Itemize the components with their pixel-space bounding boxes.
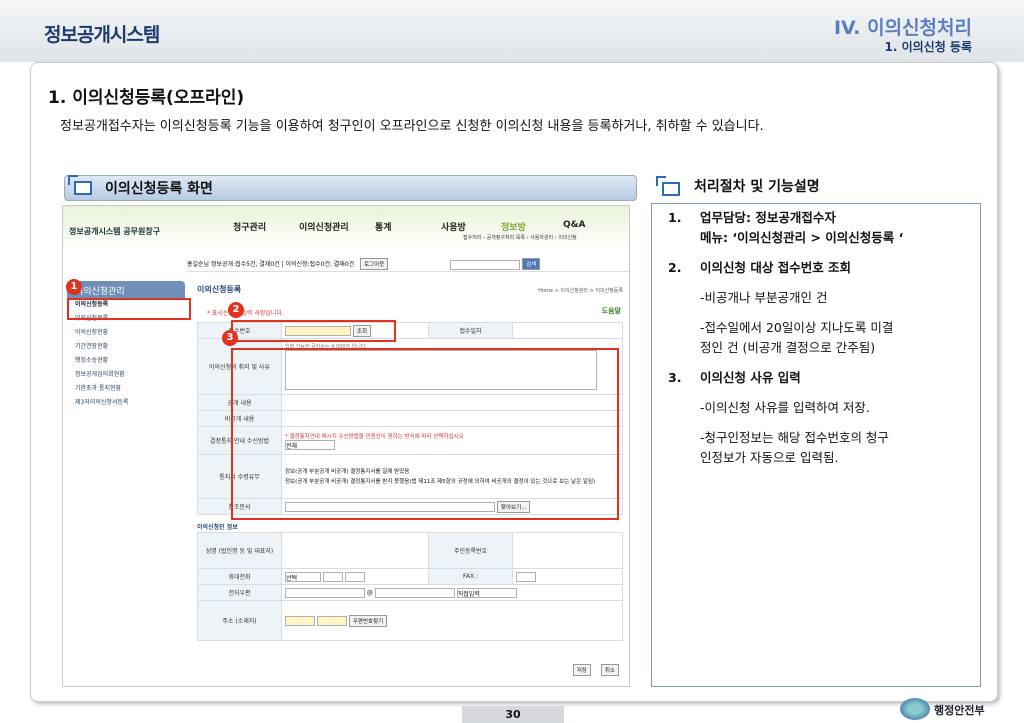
step-detail: -청구인정보는 해당 접수번호의 청구: [700, 430, 889, 445]
sidebar-item[interactable]: 정보공개심의회현황: [67, 368, 185, 382]
left-section-heading: 이의신청등록 화면: [105, 181, 213, 197]
sidebar-header: 이의신청관리: [67, 281, 185, 298]
save-button[interactable]: 저장: [572, 664, 591, 676]
sidebar-item[interactable]: 제3자이의신청서등록: [67, 396, 185, 410]
page-number: 30: [462, 706, 564, 723]
sidebar-item[interactable]: 행정소송현황: [67, 354, 185, 368]
help-link[interactable]: 도움말: [602, 306, 621, 316]
mobile-label: 휴대전화: [197, 568, 282, 585]
receipt-date-label: 접수일자: [428, 322, 513, 339]
header-bar: 정보공개시스템 IV. 이의신청처리 1. 이의신청 등록: [0, 0, 1024, 62]
marker-3: 3: [222, 330, 238, 346]
fax-label: FAX :: [428, 568, 513, 585]
nav-item[interactable]: 이의신청관리: [299, 220, 349, 233]
step-text: 메뉴: ‘이의신청관리 > 이의신청등록 ‘: [700, 230, 904, 245]
resident-label: 주민등록번호: [428, 532, 513, 569]
form-title: 이의신청등록: [197, 285, 242, 294]
email-id-input[interactable]: [285, 587, 365, 598]
search-button[interactable]: 검색: [522, 258, 541, 270]
section-window-icon: [68, 175, 92, 195]
zip-search-button[interactable]: 우편번호찾기: [348, 614, 388, 627]
sidebar-item[interactable]: 기한초과 통지현황: [67, 382, 185, 396]
applicant-info-heading: 이의신청인 정보: [197, 524, 238, 531]
footer-org: 행정안전부: [934, 704, 985, 717]
email-label: 전자우편: [197, 584, 282, 601]
zip-input[interactable]: [285, 616, 315, 626]
email-domain-input[interactable]: [374, 587, 455, 598]
mobile-select[interactable]: 선택: [285, 571, 321, 582]
page-description: 정보공개접수자는 이의신청등록 기능을 이용하여 청구인이 오프라인으로 신청한…: [60, 119, 764, 134]
email-domain-select[interactable]: 직접입력: [456, 587, 517, 598]
system-logo: 정보공개시스템: [44, 24, 160, 46]
chapter-title: IV. 이의신청처리: [833, 17, 972, 39]
email-at: @: [366, 589, 373, 596]
step-detail: 인정보가 자동으로 입력됨.: [700, 450, 839, 465]
gov-emblem-icon: [900, 698, 930, 720]
nav-item[interactable]: Q&A: [563, 220, 585, 230]
highlight-box-1: [67, 298, 191, 320]
required-note: * 표시는 필수입력 사항입니다.: [207, 310, 284, 317]
name-label: 성명 (법인명 등 및 대표자): [197, 532, 282, 569]
address-label: 주소 (소재지): [197, 600, 282, 641]
highlight-box-3: [231, 348, 619, 520]
right-section-heading: 처리절차 및 기능설명: [694, 179, 820, 195]
page-title: 1. 이의신청등록(오프라인): [48, 88, 245, 108]
step-number: 1.: [668, 210, 682, 225]
mobile-mid-input[interactable]: [322, 571, 343, 582]
nav-item[interactable]: 청구관리: [233, 220, 266, 233]
step-detail: -접수일에서 20일이상 지나도록 미결: [700, 320, 894, 335]
applicant-table: 성명 (법인명 등 및 대표자) 주민등록번호 휴대전화 선택 FAX : 전자…: [197, 532, 623, 641]
nav-item[interactable]: 사용방: [441, 220, 466, 233]
logout-button[interactable]: 로그아웃: [360, 258, 389, 270]
step-detail: -비공개나 부분공개인 건: [700, 290, 828, 305]
step-number: 3.: [668, 370, 682, 385]
user-status-bar: 홍길순님 정보공개:접수5건, 결재0건 | 이의신청:접수0건, 결재0건 로…: [187, 258, 629, 272]
sidebar-item[interactable]: 기간연장현황: [67, 340, 185, 354]
zip-input[interactable]: [316, 616, 347, 626]
receipt-date-value: [512, 322, 623, 339]
nav-submenu: 접수처리 › 공개청구처리 목록 › 사용자관리 › 이의신청: [463, 235, 577, 241]
nav-item[interactable]: 통계: [375, 220, 392, 233]
marker-2: 2: [228, 302, 244, 318]
marker-1: 1: [66, 279, 82, 295]
nav-item[interactable]: 정보방: [501, 220, 526, 233]
search-input[interactable]: [450, 259, 521, 270]
step-detail: 정인 건 (비공개 결정으로 간주됨): [700, 340, 876, 355]
step-text: 이의신청 사유 입력: [700, 370, 801, 385]
step-number: 2.: [668, 260, 682, 275]
step-detail: -이의신청 사유를 입력하여 저장.: [700, 400, 870, 415]
user-status: 홍길순님 정보공개:접수5건, 결재0건 | 이의신청:접수0건, 결재0건: [187, 261, 355, 268]
embedded-screenshot: 정보공개시스템 공무원창구 청구관리 이의신청관리 통계 사용방 정보방 Q&A…: [62, 205, 630, 687]
section-window-icon: [656, 176, 680, 196]
step-text: 이의신청 대상 접수번호 조회: [700, 260, 852, 275]
chapter-subtitle: 1. 이의신청 등록: [884, 40, 972, 54]
highlight-box-2: [231, 320, 396, 342]
sidebar-item[interactable]: 이의신청현황: [67, 326, 185, 340]
cancel-button[interactable]: 취소: [600, 664, 619, 676]
mobile-end-input[interactable]: [344, 571, 365, 582]
app-brand: 정보공개시스템 공무원창구: [69, 227, 161, 236]
left-section-header: 이의신청등록 화면: [64, 175, 637, 201]
breadcrumb: Home > 이의신청관리 > 이의신청등록: [538, 288, 623, 294]
fax-input[interactable]: [516, 571, 536, 582]
step-text: 업무담당: 정보공개접수자: [700, 210, 836, 225]
